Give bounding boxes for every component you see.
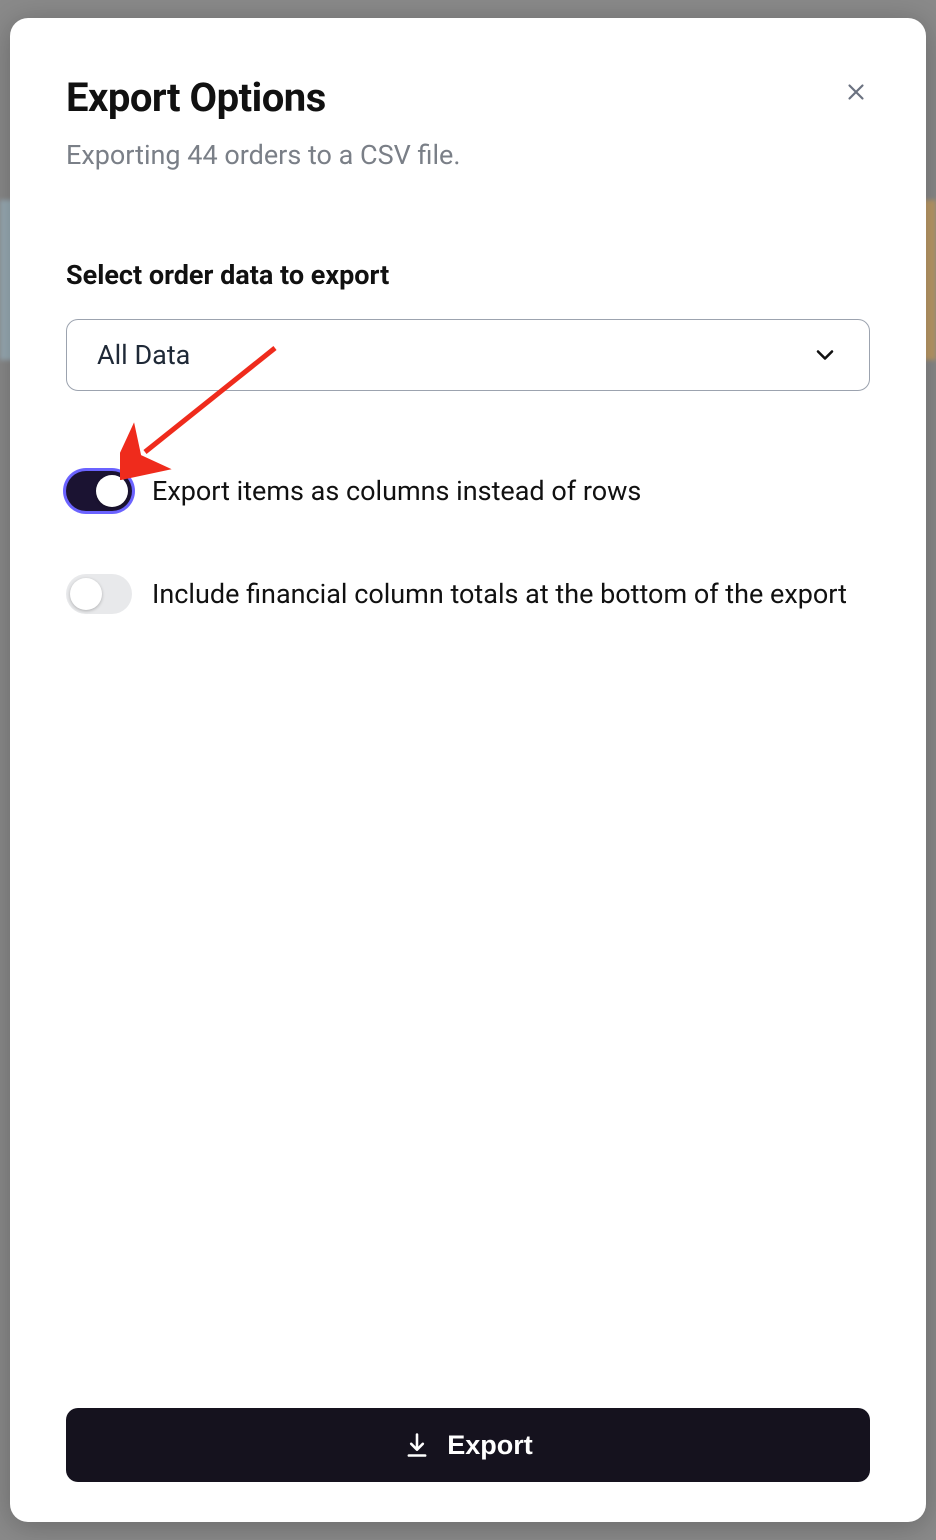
toggle-row-columns: Export items as columns instead of rows [66,471,870,512]
chevron-down-icon [811,341,839,369]
toggle-columns-label: Export items as columns instead of rows [152,471,641,512]
toggle-row-totals: Include financial column totals at the b… [66,574,870,615]
toggle-knob [70,578,102,610]
toggle-knob [96,475,128,507]
modal-subtitle: Exporting 44 orders to a CSV file. [66,139,870,171]
modal-title: Export Options [66,74,870,121]
toggle-totals-label: Include financial column totals at the b… [152,574,847,615]
download-icon [403,1431,431,1459]
select-value: All Data [97,339,190,371]
export-button[interactable]: Export [66,1408,870,1482]
export-options-modal: Export Options Exporting 44 orders to a … [10,18,926,1522]
export-button-label: Export [447,1430,533,1461]
order-data-select[interactable]: All Data [66,319,870,391]
export-items-as-columns-toggle[interactable] [66,471,132,511]
modal-header: Export Options Exporting 44 orders to a … [66,74,870,171]
close-button[interactable] [834,70,878,114]
close-icon [843,79,869,105]
include-financial-totals-toggle[interactable] [66,574,132,614]
select-data-label: Select order data to export [66,259,870,291]
